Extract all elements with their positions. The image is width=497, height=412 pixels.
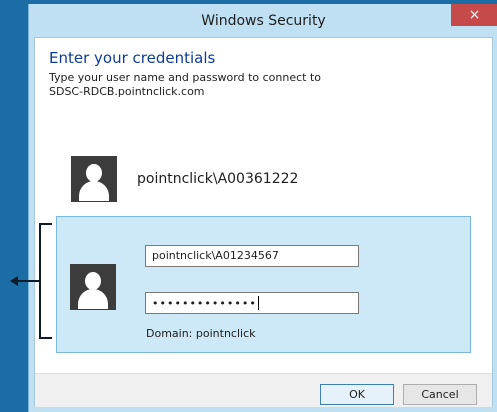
windows-security-dialog: Windows Security × Enter your credential… xyxy=(28,4,497,412)
user-avatar-icon xyxy=(71,156,117,202)
user-avatar-icon xyxy=(70,264,116,310)
text-caret xyxy=(257,296,259,310)
dialog-description: Type your user name and password to conn… xyxy=(49,71,321,99)
selected-account-tile[interactable]: pointnclick\A01234567 •••••••••••••• Dom… xyxy=(56,216,471,353)
domain-label: Domain: pointnclick xyxy=(146,327,256,340)
password-value: •••••••••••••• xyxy=(152,297,257,310)
description-line-2: SDSC-RDCB.pointnclick.com xyxy=(49,85,205,98)
saved-account-name: pointnclick\A00361222 xyxy=(137,171,299,187)
cancel-button[interactable]: Cancel xyxy=(403,384,477,405)
title-bar[interactable]: Windows Security × xyxy=(29,4,497,37)
username-field[interactable]: pointnclick\A01234567 xyxy=(145,245,359,267)
dialog-heading: Enter your credentials xyxy=(49,49,216,67)
username-value: pointnclick\A01234567 xyxy=(152,249,279,262)
password-field[interactable]: •••••••••••••• xyxy=(145,292,359,314)
ok-button[interactable]: OK xyxy=(320,384,394,405)
close-button[interactable]: × xyxy=(451,4,497,26)
window-title: Windows Security xyxy=(201,13,326,29)
description-line-1: Type your user name and password to conn… xyxy=(49,71,322,84)
dialog-body: Enter your credentials Type your user na… xyxy=(34,37,493,407)
button-bar: OK Cancel xyxy=(35,373,492,407)
close-icon: × xyxy=(468,7,481,23)
